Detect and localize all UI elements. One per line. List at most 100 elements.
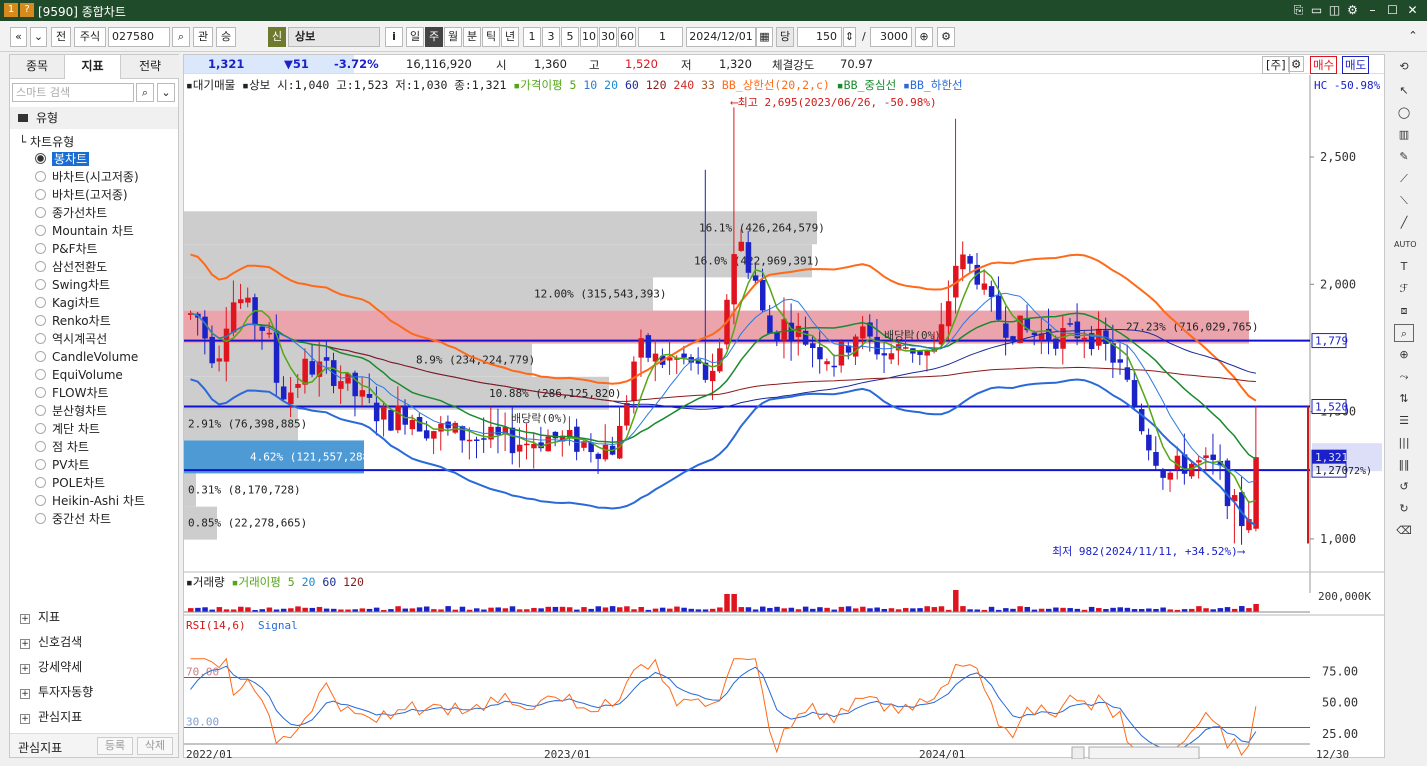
- candle-body[interactable]: [223, 328, 230, 362]
- candle-body[interactable]: [881, 353, 888, 356]
- chart-type-item[interactable]: Swing차트: [35, 277, 110, 294]
- code-input[interactable]: 027580: [108, 27, 170, 47]
- candle-body[interactable]: [1010, 336, 1016, 341]
- volume-bar[interactable]: [245, 607, 251, 612]
- volume-bar[interactable]: [1003, 608, 1009, 612]
- ratio-icon[interactable]: ☰: [1394, 412, 1414, 430]
- radio-icon[interactable]: [35, 513, 46, 524]
- candle-body[interactable]: [373, 402, 380, 422]
- group-chart-type[interactable]: └ 차트유형: [19, 133, 74, 150]
- period-minute[interactable]: 분: [463, 27, 481, 47]
- candle-body[interactable]: [452, 422, 459, 433]
- search-icon[interactable]: ⌕: [136, 83, 154, 102]
- volume-bar[interactable]: [1253, 604, 1259, 612]
- volume-bar[interactable]: [917, 608, 923, 612]
- candle-body[interactable]: [595, 453, 602, 459]
- period-year[interactable]: 년: [501, 27, 519, 47]
- candle-body[interactable]: [481, 438, 487, 440]
- volume-bar[interactable]: [860, 606, 866, 612]
- refresh-icon[interactable]: ⟲: [1394, 58, 1414, 76]
- volume-bar[interactable]: [938, 606, 945, 612]
- crosshair-icon[interactable]: ◯: [1394, 104, 1414, 122]
- volume-bar[interactable]: [459, 606, 466, 612]
- minute-30[interactable]: 30: [599, 27, 617, 47]
- eraser-icon[interactable]: ⌫: [1394, 522, 1414, 540]
- volume-bar[interactable]: [1217, 608, 1224, 612]
- minimize-icon[interactable]: –: [1364, 2, 1381, 18]
- minute-1[interactable]: 1: [523, 27, 541, 47]
- volume-bar[interactable]: [316, 606, 323, 612]
- volume-bar[interactable]: [745, 607, 752, 612]
- chart-type-item[interactable]: PV차트: [35, 457, 90, 474]
- jeon-button[interactable]: 전: [51, 27, 71, 47]
- info-button[interactable]: i: [385, 27, 403, 47]
- candle-body[interactable]: [359, 390, 366, 397]
- volume-bar[interactable]: [359, 608, 366, 612]
- candle-body[interactable]: [745, 242, 752, 273]
- volume-bar[interactable]: [302, 607, 308, 612]
- volume-bar[interactable]: [323, 608, 330, 612]
- candle-body[interactable]: [1117, 359, 1124, 363]
- close-icon[interactable]: ✕: [1404, 2, 1421, 18]
- candle-body[interactable]: [409, 419, 416, 430]
- candle-body[interactable]: [1067, 323, 1073, 325]
- candle-body[interactable]: [738, 241, 745, 251]
- pattern-icon[interactable]: ⤳: [1394, 368, 1414, 386]
- line-tool-icon[interactable]: ⟋: [1394, 170, 1414, 188]
- chart-type-item[interactable]: Mountain 차트: [35, 223, 134, 240]
- candle-body[interactable]: [266, 332, 273, 335]
- volume-bar[interactable]: [474, 608, 480, 612]
- volume-bar[interactable]: [1117, 607, 1124, 612]
- period-month[interactable]: 월: [444, 27, 462, 47]
- candle-body[interactable]: [831, 365, 838, 368]
- candle-body[interactable]: [366, 393, 373, 398]
- volume-bar[interactable]: [738, 607, 745, 612]
- bars-icon[interactable]: |||: [1394, 434, 1414, 452]
- candle-body[interactable]: [202, 316, 208, 339]
- radio-icon[interactable]: [35, 387, 46, 398]
- radio-icon[interactable]: [35, 351, 46, 362]
- volume-bar[interactable]: [1239, 606, 1245, 612]
- volume-bar[interactable]: [674, 606, 680, 612]
- candle-body[interactable]: [1189, 463, 1195, 477]
- volume-bar[interactable]: [1088, 606, 1095, 612]
- diagonal-icon[interactable]: ╱: [1394, 214, 1414, 232]
- radio-icon[interactable]: [35, 207, 46, 218]
- volume-bar[interactable]: [845, 606, 852, 612]
- section-type[interactable]: 유형: [10, 107, 178, 129]
- chevron-down-icon[interactable]: ⌄: [30, 27, 47, 47]
- candle-body[interactable]: [945, 301, 952, 327]
- candle-body[interactable]: [1146, 434, 1152, 451]
- volume-bar[interactable]: [1110, 607, 1116, 612]
- candle-body[interactable]: [280, 386, 287, 400]
- section-indicators[interactable]: + 지표: [20, 607, 60, 627]
- section-signals[interactable]: + 신호검색: [20, 632, 82, 652]
- volume-bar[interactable]: [1017, 606, 1023, 612]
- help-badge-icon[interactable]: ?: [20, 3, 34, 17]
- candle-body[interactable]: [466, 439, 473, 442]
- volume-bar[interactable]: [953, 590, 959, 612]
- candle-body[interactable]: [1210, 454, 1216, 460]
- radio-icon[interactable]: [35, 189, 46, 200]
- radio-icon[interactable]: [35, 279, 46, 290]
- link-icon[interactable]: ⎘: [1290, 2, 1307, 18]
- chart-type-item[interactable]: 종가선차트: [35, 205, 107, 222]
- candle-body[interactable]: [216, 358, 223, 362]
- chart-type-item[interactable]: P&F차트: [35, 241, 98, 258]
- volume-bar[interactable]: [416, 607, 423, 612]
- scroll-right-button[interactable]: [1071, 746, 1085, 759]
- settings-icon[interactable]: ⚙: [1288, 56, 1305, 72]
- volume-bar[interactable]: [1224, 607, 1231, 612]
- volume-bar[interactable]: [602, 607, 609, 612]
- minute-10[interactable]: 10: [580, 27, 598, 47]
- volume-bar[interactable]: [1096, 608, 1102, 612]
- buy-button[interactable]: 매수: [1310, 56, 1338, 74]
- section-strength[interactable]: + 강세약세: [20, 657, 82, 677]
- candle-body[interactable]: [395, 405, 401, 431]
- candle-body[interactable]: [874, 336, 880, 355]
- minute-3[interactable]: 3: [542, 27, 560, 47]
- candle-body[interactable]: [309, 361, 316, 375]
- volume-bar[interactable]: [202, 607, 208, 612]
- volume-bar[interactable]: [373, 607, 380, 612]
- volume-bar[interactable]: [188, 608, 194, 612]
